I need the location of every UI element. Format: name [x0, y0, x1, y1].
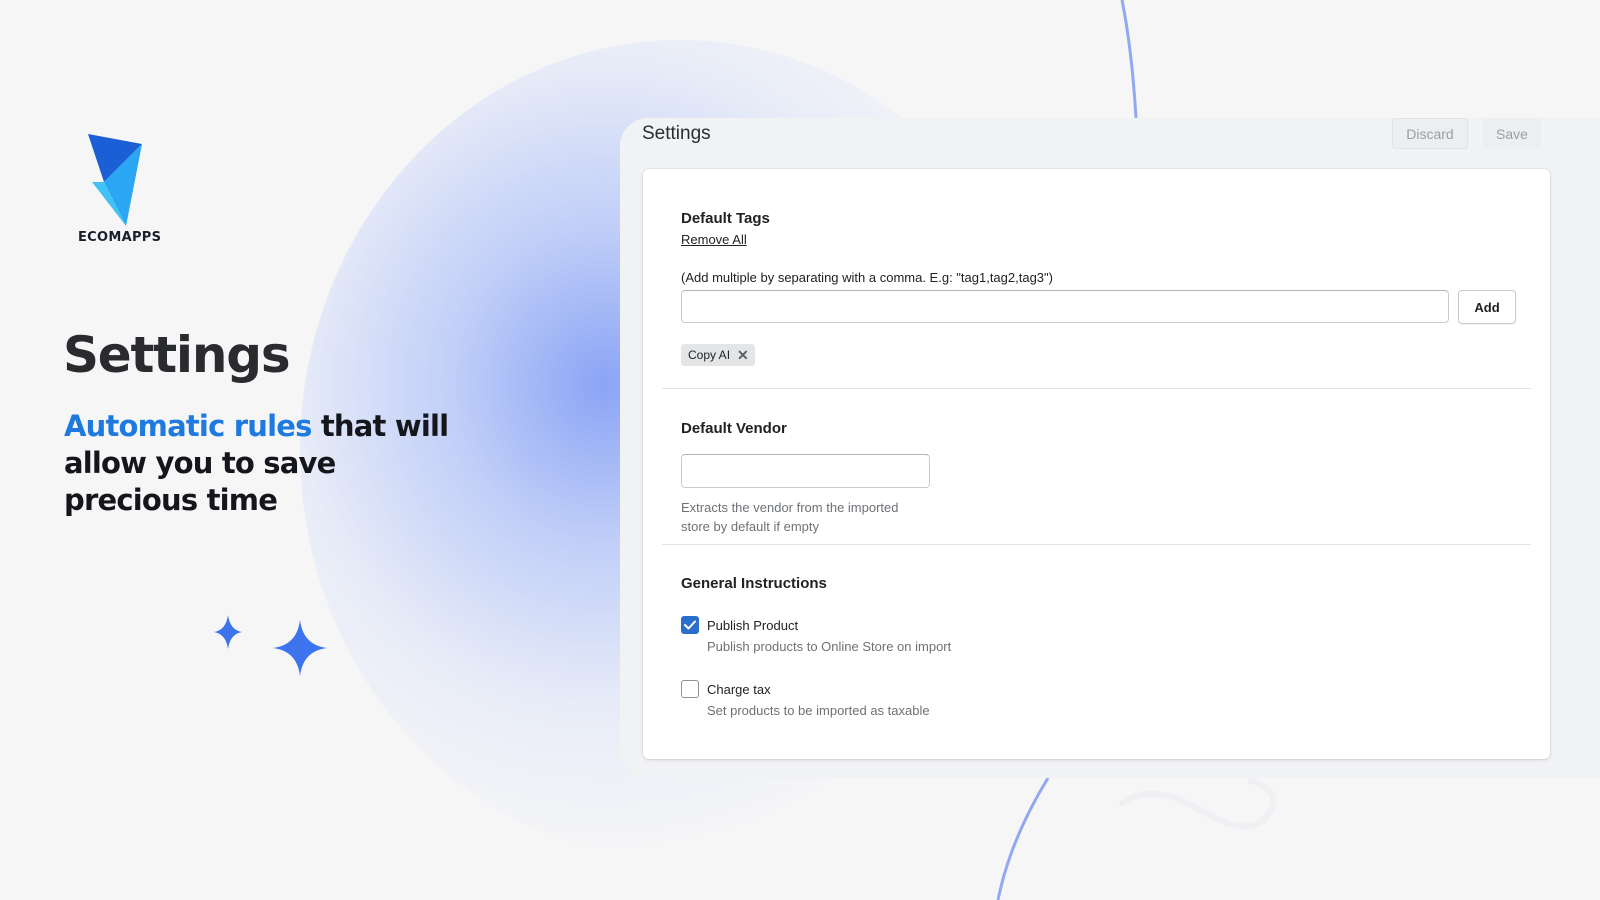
default-vendor-section: Default Vendor Extracts the vendor from … — [643, 389, 1550, 544]
close-icon[interactable]: ✕ — [737, 348, 749, 362]
default-tags-heading: Default Tags — [681, 210, 770, 227]
vendor-help-text: Extracts the vendor from the imported st… — [681, 500, 899, 534]
hero-subtitle-accent: Automatic rules — [64, 409, 312, 443]
charge-tax-help: Set products to be imported as taxable — [707, 703, 930, 718]
brand-name: ECOMAPPS — [78, 230, 162, 245]
settings-panel: Settings Discard Save Default Tags Remov… — [620, 118, 1600, 778]
brand-logo: ECOMAPPS — [78, 134, 162, 245]
vendor-input[interactable] — [681, 454, 930, 488]
publish-product-label: Publish Product — [707, 617, 799, 633]
background-loop-line — [1118, 777, 1277, 830]
tags-hint: (Add multiple by separating with a comma… — [681, 270, 1053, 285]
hero-subtitle: Automatic rules that will allow you to s… — [64, 408, 474, 519]
panel-header: Settings Discard Save — [642, 118, 1562, 156]
checkmark-icon — [684, 620, 696, 630]
brand-logo-icon — [88, 134, 142, 226]
default-vendor-heading: Default Vendor — [681, 420, 787, 437]
publish-product-checkbox[interactable] — [681, 616, 699, 634]
tag-chip-label: Copy AI — [688, 348, 731, 362]
small-sparkle — [214, 615, 242, 649]
save-button[interactable]: Save — [1483, 118, 1541, 149]
general-instructions-section: General Instructions Publish Product Pub… — [643, 545, 1550, 759]
sparkles-icon — [214, 615, 327, 676]
charge-tax-option[interactable]: Charge tax — [681, 680, 771, 698]
discard-button[interactable]: Discard — [1392, 118, 1468, 149]
background-arc-top — [1120, 0, 1138, 119]
charge-tax-label: Charge tax — [707, 681, 771, 697]
default-tags-section: Default Tags Remove All (Add multiple by… — [643, 169, 1550, 388]
publish-product-option[interactable]: Publish Product — [681, 616, 798, 634]
large-sparkle — [273, 620, 327, 676]
hero-title: Settings — [63, 326, 291, 384]
tag-chip: Copy AI ✕ — [681, 344, 755, 366]
general-instructions-heading: General Instructions — [681, 575, 827, 592]
remove-all-link[interactable]: Remove All — [681, 232, 747, 247]
charge-tax-checkbox[interactable] — [681, 680, 699, 698]
settings-card: Default Tags Remove All (Add multiple by… — [643, 169, 1550, 759]
add-tag-button[interactable]: Add — [1458, 290, 1516, 324]
tags-input[interactable] — [681, 290, 1449, 323]
background-arc-bottom — [996, 777, 1050, 900]
publish-product-help: Publish products to Online Store on impo… — [707, 639, 952, 654]
panel-title: Settings — [642, 123, 711, 144]
